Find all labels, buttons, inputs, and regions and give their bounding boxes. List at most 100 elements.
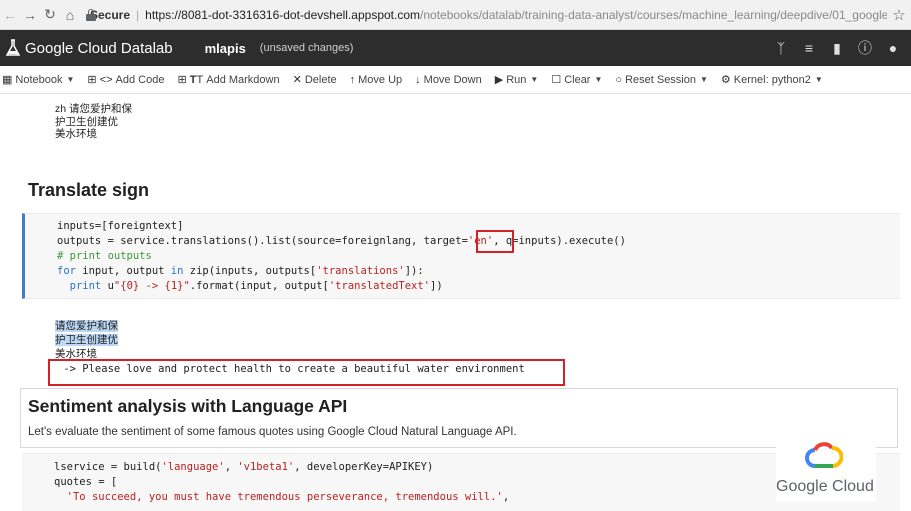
add-code-label: Add Code <box>115 73 165 86</box>
kernel-label: Kernel: python2 <box>733 73 811 86</box>
code-string: "{0} -> {1}" <box>113 280 190 292</box>
notebook-toolbar: ▦ Notebook ▼ ⊞ <> Add Code ⊞ TT Add Mark… <box>0 66 911 94</box>
help-icon[interactable]: ⓘ <box>851 38 879 58</box>
code-line: quotes = [ <box>54 476 118 488</box>
output-line: 护卫生创建优 <box>55 334 118 346</box>
reset-icon: ○ <box>615 73 623 86</box>
secure-label: Secure <box>90 7 131 22</box>
header-actions: ᛉ ≡ ▮ ⓘ ● <box>767 38 907 58</box>
up-arrow-icon: ↑ <box>349 73 356 86</box>
add-markdown-label: Add Markdown <box>206 73 280 86</box>
address-bar[interactable]: Secure | https://8081-dot-3316316-dot-de… <box>86 4 887 26</box>
save-status: (unsaved changes) <box>259 42 354 54</box>
notebook-menu[interactable]: ▦ Notebook ▼ <box>2 73 74 87</box>
code-string: 'language' <box>161 461 225 473</box>
account-icon[interactable]: ● <box>879 40 907 56</box>
list-icon[interactable]: ≡ <box>795 40 823 56</box>
clear-button[interactable]: ☐ Clear ▼ <box>551 73 603 87</box>
code-line: outputs = service.translations().list(so… <box>57 234 626 249</box>
code-keyword: for <box>57 265 76 277</box>
reset-session-button[interactable]: ○ Reset Session ▼ <box>615 74 708 86</box>
url-path: /notebooks/datalab/training-data-analyst… <box>420 7 887 22</box>
chevron-down-icon: ▼ <box>814 75 823 84</box>
kernel-gear-icon: ⚙ <box>720 74 731 86</box>
code-line: lservice = build('language', 'v1beta1', … <box>54 460 433 475</box>
code-keyword: in <box>170 265 184 277</box>
sentiment-heading: Sentiment analysis with Language API <box>28 396 348 416</box>
output-line: zh 请您爱护和保 <box>55 103 133 115</box>
reset-session-label: Reset Session <box>625 73 696 86</box>
code-text: ]): <box>404 265 424 277</box>
sentiment-markdown-cell[interactable]: Sentiment analysis with Language API Let… <box>20 388 898 448</box>
home-icon[interactable]: ⌂ <box>60 0 80 30</box>
code-comment: # print outputs <box>57 250 152 262</box>
sentiment-description: Let's evaluate the sentiment of some fam… <box>28 426 517 438</box>
code-text: lservice = build( <box>54 461 162 473</box>
output-line: 请您爱护和保 <box>55 320 118 332</box>
add-code-icon: ⊞ <> <box>87 74 113 86</box>
delete-icon: ✕ <box>292 74 302 86</box>
notebook-menu-icon: ▦ <box>2 74 13 86</box>
reload-icon[interactable]: ↻ <box>40 0 60 30</box>
code-text: .format(input, output[ <box>189 280 329 292</box>
code-text: , developerKey=APIKEY) <box>294 461 434 473</box>
delete-button[interactable]: ✕ Delete <box>292 73 337 87</box>
code-text: ]) <box>430 280 443 292</box>
down-arrow-icon: ↓ <box>415 73 421 86</box>
forward-arrow-icon[interactable]: → <box>20 0 40 30</box>
target-highlight-box <box>476 230 514 253</box>
output-line: 美水环境 <box>55 128 97 140</box>
code-string: 'v1beta1' <box>237 461 295 473</box>
url-separator: | <box>136 7 140 22</box>
google-cloud-text: Google Cloud <box>776 478 874 495</box>
app-header: Google Cloud Datalab mlapis (unsaved cha… <box>0 30 911 66</box>
datalab-logo-icon <box>6 39 20 56</box>
run-icon: ▶ <box>494 74 504 86</box>
code-string: 'To succeed, you must have tremendous pe… <box>66 491 503 503</box>
move-down-button[interactable]: ↓ Move Down <box>415 74 482 86</box>
branch-icon[interactable]: ᛉ <box>767 40 795 56</box>
google-cloud-logo-icon <box>805 442 843 468</box>
translate-output: 请您爱护和保 护卫生创建优 美水环境 <box>55 319 118 361</box>
brand[interactable]: Google Cloud Datalab <box>6 39 173 57</box>
code-text: outputs = service.translations().list(so… <box>57 235 468 247</box>
result-highlight-box <box>48 359 565 386</box>
google-cloud-watermark: Google Cloud <box>776 440 876 502</box>
code-string: 'translations' <box>316 265 405 277</box>
code-text: zip(inputs, outputs[ <box>183 265 317 277</box>
code-text: input, output <box>75 265 171 277</box>
code-keyword: print <box>57 280 102 292</box>
move-up-label: Move Up <box>358 73 403 86</box>
code-text: , <box>224 461 238 473</box>
notebook-name[interactable]: mlapis <box>205 41 246 56</box>
move-down-label: Move Down <box>423 73 482 86</box>
bookmark-icon[interactable]: ▮ <box>823 40 851 57</box>
chevron-down-icon: ▼ <box>594 75 603 84</box>
translate-code-cell[interactable]: inputs=[foreigntext] outputs = service.t… <box>22 213 900 299</box>
code-line: for input, output in zip(inputs, outputs… <box>57 264 424 279</box>
run-button[interactable]: ▶ Run ▼ <box>494 73 539 87</box>
chevron-down-icon: ▼ <box>530 75 539 84</box>
star-icon[interactable]: ☆ <box>887 6 911 24</box>
output-line: 护卫生创建优 <box>55 115 118 128</box>
code-line: print u"{0} -> {1}".format(input, output… <box>57 279 443 294</box>
add-markdown-icon: ⊞ TT <box>177 74 204 86</box>
brand-name: Google Cloud Datalab <box>25 39 173 57</box>
url-host: https://8081-dot-3316316-dot-devshell.ap… <box>145 7 421 22</box>
code-text: , <box>502 491 510 503</box>
add-code-button[interactable]: ⊞ <> Add Code <box>87 73 165 87</box>
kernel-menu[interactable]: ⚙ Kernel: python2 ▼ <box>720 73 823 87</box>
add-markdown-button[interactable]: ⊞ TT Add Markdown <box>177 73 280 87</box>
run-label: Run <box>506 73 527 86</box>
delete-label: Delete <box>304 73 337 86</box>
browser-bar: ← → ↻ ⌂ Secure | https://8081-dot-331631… <box>0 0 911 30</box>
back-arrow-icon[interactable]: ← <box>0 0 20 30</box>
notebook-menu-label: Notebook <box>15 73 63 86</box>
clear-checkbox-icon: ☐ <box>551 74 562 86</box>
notebook-content[interactable]: zh 请您爱护和保 护卫生创建优 美水环境 Translate sign inp… <box>0 95 911 511</box>
move-up-button[interactable]: ↑ Move Up <box>350 74 403 86</box>
code-line: 'To succeed, you must have tremendous pe… <box>54 490 510 505</box>
translate-heading: Translate sign <box>28 180 150 200</box>
sentiment-code-cell[interactable]: lservice = build('language', 'v1beta1', … <box>22 453 900 511</box>
